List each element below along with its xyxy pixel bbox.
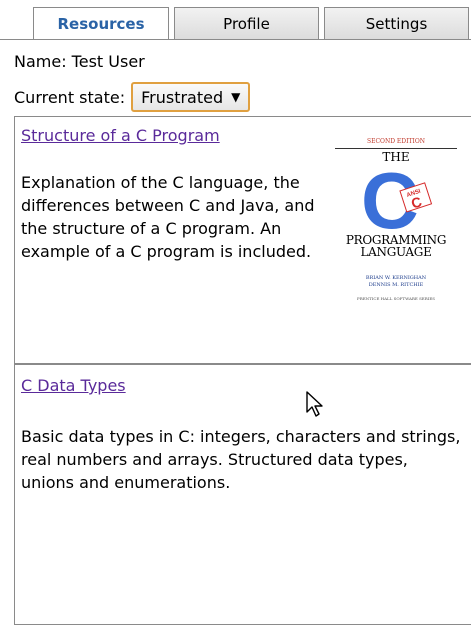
cover-author-1: BRIAN W. KERNIGHAN xyxy=(365,275,427,281)
resource-description: Basic data types in C: integers, charact… xyxy=(21,427,461,492)
c-logo-icon: C ANSI C xyxy=(361,164,433,234)
current-state-row: Current state: Frustrated ▼ xyxy=(14,82,251,112)
cover-publisher: PRENTICE HALL SOFTWARE SERIES xyxy=(357,296,435,301)
resource-card: C Data Types Basic data types in C: inte… xyxy=(14,365,471,625)
tab-divider xyxy=(0,39,471,40)
dropdown-arrow-icon: ▼ xyxy=(231,90,241,104)
current-state-label: Current state: xyxy=(14,87,126,107)
cover-author-2: DENNIS M. RITCHIE xyxy=(368,282,424,288)
cover-title-line2: LANGUAGE xyxy=(360,245,432,259)
tab-settings[interactable]: Settings xyxy=(324,7,469,39)
resource-description: Explanation of the C language, the diffe… xyxy=(21,173,315,261)
tab-profile[interactable]: Profile xyxy=(174,7,319,39)
tab-bar: Resources Profile Settings xyxy=(33,7,471,40)
cover-the: THE xyxy=(335,148,457,164)
cover-title: PROGRAMMING LANGUAGE xyxy=(335,234,457,258)
user-name: Name: Test User xyxy=(14,52,145,71)
mouse-pointer-icon xyxy=(306,391,323,417)
current-state-value: Frustrated xyxy=(141,87,224,107)
book-cover-image: SECOND EDITION THE C ANSI C PROGRAMMING … xyxy=(335,136,457,316)
current-state-select[interactable]: Frustrated ▼ xyxy=(131,82,251,112)
tab-resources[interactable]: Resources xyxy=(33,7,169,40)
cover-edition: SECOND EDITION xyxy=(366,138,426,145)
cover-authors: BRIAN W. KERNIGHAN DENNIS M. RITCHIE xyxy=(335,275,457,289)
resource-title-link[interactable]: Structure of a C Program xyxy=(21,126,220,145)
resource-card: Structure of a C Program Explanation of … xyxy=(14,116,471,365)
resource-title-link[interactable]: C Data Types xyxy=(21,376,126,395)
